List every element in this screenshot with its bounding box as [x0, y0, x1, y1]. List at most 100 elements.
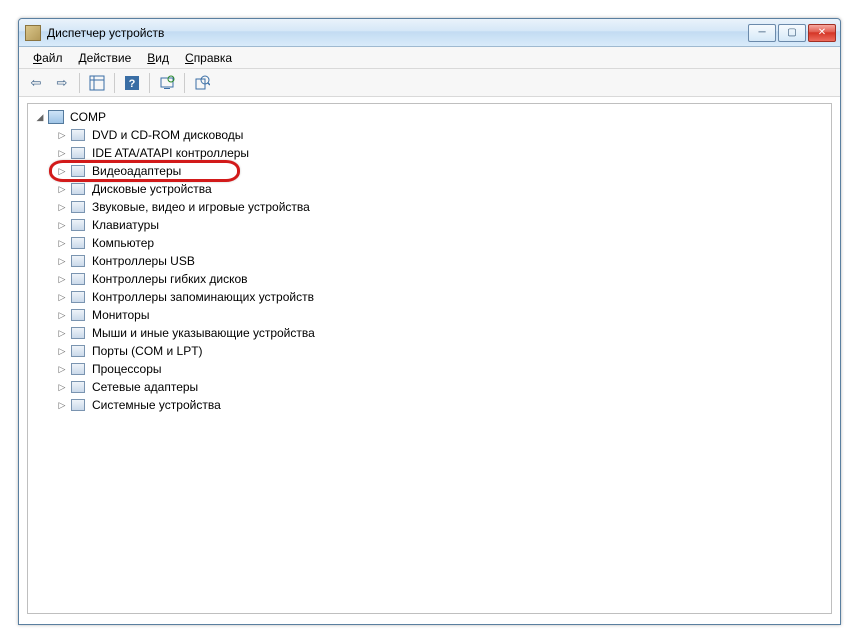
tree-item-label: Контроллеры USB: [90, 254, 197, 268]
device-category-icon: [70, 145, 86, 161]
toolbar-separator: [184, 73, 185, 93]
tree-item-label: Контроллеры запоминающих устройств: [90, 290, 316, 304]
tree-item[interactable]: ▷ Контроллеры запоминающих устройств: [52, 288, 829, 306]
close-button[interactable]: ✕: [808, 24, 836, 42]
device-category-icon: [70, 361, 86, 377]
menu-help[interactable]: Справка: [177, 49, 240, 67]
expand-icon[interactable]: ▷: [56, 382, 68, 393]
tree-root-label: COMP: [68, 110, 108, 124]
device-manager-window: Диспетчер устройств ─ ▢ ✕ Файл Действие …: [18, 18, 841, 625]
tree-item-label: Звуковые, видео и игровые устройства: [90, 200, 312, 214]
toolbar: ⇦ ⇨ ?: [19, 69, 840, 97]
titlebar[interactable]: Диспетчер устройств ─ ▢ ✕: [19, 19, 840, 47]
properties-icon: [194, 75, 210, 91]
tree-item-label: Дисковые устройства: [90, 182, 214, 196]
toolbar-separator: [79, 73, 80, 93]
tree-item[interactable]: ▷ Компьютер: [52, 234, 829, 252]
device-tree-panel[interactable]: ◢ COMP ▷ DVD и CD-ROM дисководы ▷ IDE ATA/A…: [27, 103, 832, 614]
device-tree: ◢ COMP ▷ DVD и CD-ROM дисководы ▷ IDE ATA/A…: [28, 104, 831, 418]
menu-action[interactable]: Действие: [71, 49, 140, 67]
expand-icon[interactable]: ▷: [56, 238, 68, 249]
expand-icon[interactable]: ▷: [56, 346, 68, 357]
tree-item-label: Контроллеры гибких дисков: [90, 272, 250, 286]
device-category-icon: [70, 289, 86, 305]
expand-icon[interactable]: ▷: [56, 220, 68, 231]
tree-item-label: Сетевые адаптеры: [90, 380, 200, 394]
tree-item[interactable]: ▷ Мониторы: [52, 306, 829, 324]
tree-item-label: Компьютер: [90, 236, 156, 250]
tree-item-label: Клавиатуры: [90, 218, 161, 232]
tree-item-label: IDE ATA/ATAPI контроллеры: [90, 146, 251, 160]
menubar: Файл Действие Вид Справка: [19, 47, 840, 69]
app-icon: [25, 25, 41, 41]
device-category-icon: [70, 343, 86, 359]
tree-item[interactable]: ▷ Контроллеры гибких дисков: [52, 270, 829, 288]
back-button[interactable]: ⇦: [25, 72, 47, 94]
expand-icon[interactable]: ▷: [56, 292, 68, 303]
expand-icon[interactable]: ▷: [56, 364, 68, 375]
tree-item[interactable]: ▷ Видеоадаптеры: [52, 162, 829, 180]
device-category-icon: [70, 199, 86, 215]
device-category-icon: [70, 181, 86, 197]
tree-item[interactable]: ▷ Процессоры: [52, 360, 829, 378]
device-category-icon: [70, 307, 86, 323]
arrow-left-icon: ⇦: [31, 75, 42, 91]
tree-item-label: Видеоадаптеры: [90, 164, 183, 178]
expand-icon[interactable]: ▷: [56, 328, 68, 339]
tree-item-label: DVD и CD-ROM дисководы: [90, 128, 245, 142]
tree-item-label: Мыши и иные указывающие устройства: [90, 326, 317, 340]
tree-item[interactable]: ▷ Звуковые, видео и игровые устройства: [52, 198, 829, 216]
tree-item[interactable]: ▷ Порты (COM и LPT): [52, 342, 829, 360]
device-category-icon: [70, 325, 86, 341]
device-category-icon: [70, 271, 86, 287]
tree-item-label: Порты (COM и LPT): [90, 344, 205, 358]
expand-icon[interactable]: ▷: [56, 400, 68, 411]
expand-icon[interactable]: ▷: [56, 148, 68, 159]
toolbar-separator: [149, 73, 150, 93]
expand-icon[interactable]: ▷: [56, 166, 68, 177]
expand-icon[interactable]: ▷: [56, 310, 68, 321]
window-controls: ─ ▢ ✕: [748, 24, 836, 42]
computer-icon: [48, 109, 64, 125]
maximize-button[interactable]: ▢: [778, 24, 806, 42]
device-category-icon: [70, 235, 86, 251]
device-category-icon: [70, 379, 86, 395]
expand-icon[interactable]: ▷: [56, 130, 68, 141]
expand-icon[interactable]: ▷: [56, 202, 68, 213]
scan-icon: [159, 75, 175, 91]
arrow-right-icon: ⇨: [57, 75, 68, 91]
expand-icon[interactable]: ▷: [56, 184, 68, 195]
svg-text:?: ?: [129, 78, 136, 90]
window-title: Диспетчер устройств: [47, 26, 748, 40]
expand-icon[interactable]: ▷: [56, 256, 68, 267]
menu-view[interactable]: Вид: [139, 49, 177, 67]
device-category-icon: [70, 217, 86, 233]
device-category-icon: [70, 127, 86, 143]
tree-item[interactable]: ▷ Контроллеры USB: [52, 252, 829, 270]
menu-file[interactable]: Файл: [25, 49, 71, 67]
properties-button[interactable]: [191, 72, 213, 94]
tree-item[interactable]: ▷ Клавиатуры: [52, 216, 829, 234]
tree-item[interactable]: ▷ Дисковые устройства: [52, 180, 829, 198]
tree-item[interactable]: ▷ Мыши и иные указывающие устройства: [52, 324, 829, 342]
help-button[interactable]: ?: [121, 72, 143, 94]
scan-hardware-button[interactable]: [156, 72, 178, 94]
forward-button[interactable]: ⇨: [51, 72, 73, 94]
tree-root-row[interactable]: ◢ COMP: [30, 108, 829, 126]
tree-item[interactable]: ▷ DVD и CD-ROM дисководы: [52, 126, 829, 144]
tree-item[interactable]: ▷ Системные устройства: [52, 396, 829, 414]
tree-item-label: Мониторы: [90, 308, 151, 322]
show-hide-tree-button[interactable]: [86, 72, 108, 94]
device-category-icon: [70, 253, 86, 269]
tree-icon: [89, 75, 105, 91]
tree-item-label: Системные устройства: [90, 398, 223, 412]
tree-item[interactable]: ▷ Сетевые адаптеры: [52, 378, 829, 396]
minimize-button[interactable]: ─: [748, 24, 776, 42]
collapse-icon[interactable]: ◢: [34, 112, 46, 123]
toolbar-separator: [114, 73, 115, 93]
device-category-icon: [70, 397, 86, 413]
tree-item[interactable]: ▷ IDE ATA/ATAPI контроллеры: [52, 144, 829, 162]
expand-icon[interactable]: ▷: [56, 274, 68, 285]
tree-item-label: Процессоры: [90, 362, 164, 376]
device-category-icon: [70, 163, 86, 179]
